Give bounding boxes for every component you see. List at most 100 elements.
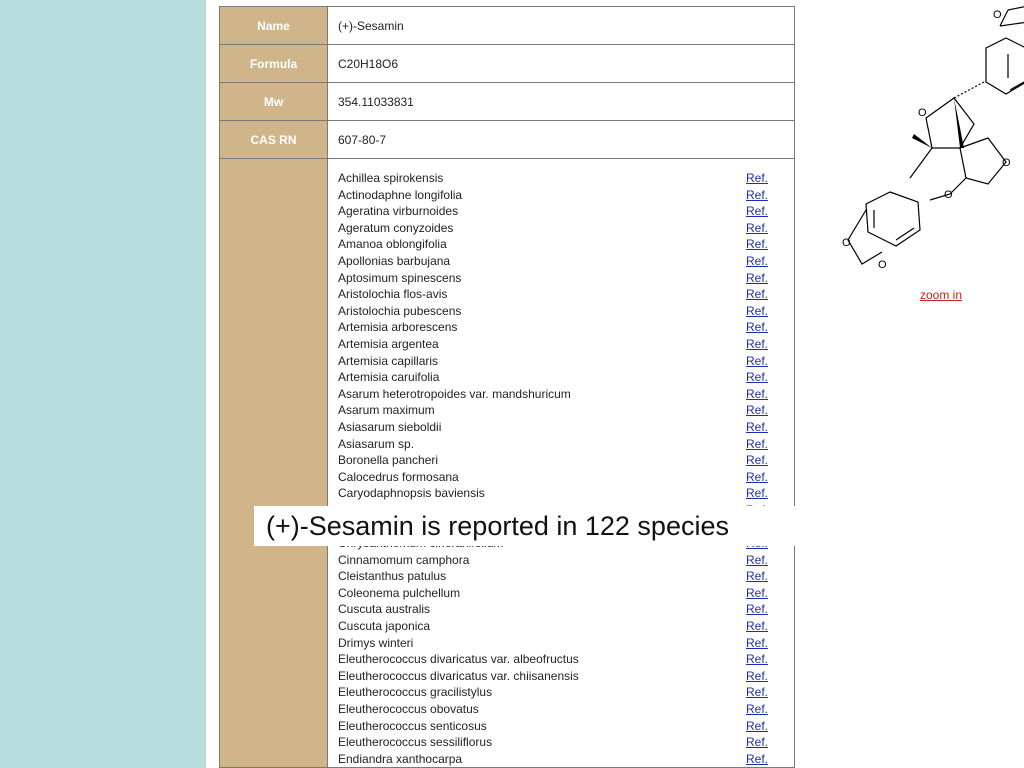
species-name: Artemisia capillaris <box>338 353 439 368</box>
species-name: Endiandra xanthocarpa <box>338 751 463 766</box>
species-item: Artemisia capillaris Ref. <box>338 353 768 370</box>
species-name: Aristolochia flos-avis <box>338 287 448 302</box>
species-item: Artemisia caruifolia Ref. <box>338 369 768 386</box>
cas-value: 607-80-7 <box>327 120 795 159</box>
ref-link[interactable]: Ref. <box>746 552 768 569</box>
species-item: Amanoa oblongifolia Ref. <box>338 236 768 253</box>
ref-link[interactable]: Ref. <box>746 203 768 220</box>
species-list: Achillea spirokensis Ref. Actinodaphne lon… <box>338 159 768 767</box>
species-item: Aristolochia pubescens Ref. <box>338 303 768 320</box>
ref-link[interactable]: Ref. <box>746 220 768 237</box>
svg-text:O: O <box>842 237 851 249</box>
species-name: Eleutherococcus gracilistylus <box>338 685 493 700</box>
species-item: Achillea spirokensis Ref. <box>338 170 768 187</box>
cas-row: CAS RN 607-80-7 <box>219 120 795 159</box>
species-item: Cuscuta australis Ref. <box>338 601 768 618</box>
species-item: Ageratum conyzoides Ref. <box>338 220 768 237</box>
species-item: Eleutherococcus divaricatus var. albeofr… <box>338 651 768 668</box>
species-name: Caryodaphnopsis baviensis <box>338 486 485 501</box>
ref-link[interactable]: Ref. <box>746 419 768 436</box>
species-name: Amanoa oblongifolia <box>338 237 447 252</box>
ref-link[interactable]: Ref. <box>746 187 768 204</box>
sesamin-structure-image[interactable]: O O O O O O <box>838 6 1024 276</box>
species-item: Ageratina virburnoides Ref. <box>338 203 768 220</box>
ref-link[interactable]: Ref. <box>746 452 768 469</box>
ref-link[interactable]: Ref. <box>746 701 768 718</box>
species-name: Artemisia argentea <box>338 336 439 351</box>
ref-link[interactable]: Ref. <box>746 286 768 303</box>
species-item: Eleutherococcus sessiliflorus Ref. <box>338 734 768 751</box>
ref-link[interactable]: Ref. <box>746 635 768 652</box>
slide-caption: (+)-Sesamin is reported in 122 species <box>254 506 850 546</box>
species-item: Cuscuta japonica Ref. <box>338 618 768 635</box>
ref-link[interactable]: Ref. <box>746 170 768 187</box>
ref-link[interactable]: Ref. <box>746 601 768 618</box>
ref-link[interactable]: Ref. <box>746 369 768 386</box>
ref-link[interactable]: Ref. <box>746 668 768 685</box>
ref-link[interactable]: Ref. <box>746 402 768 419</box>
species-item: Aptosimum spinescens Ref. <box>338 270 768 287</box>
svg-text:O: O <box>878 259 887 271</box>
mw-label: Mw <box>219 82 328 121</box>
ref-link[interactable]: Ref. <box>746 618 768 635</box>
species-label-cell <box>219 157 328 768</box>
ref-link[interactable]: Ref. <box>746 303 768 320</box>
species-item: Artemisia arborescens Ref. <box>338 319 768 336</box>
species-item: Coleonema pulchellum Ref. <box>338 585 768 602</box>
ref-link[interactable]: Ref. <box>746 684 768 701</box>
species-name: Asiasarum sp. <box>338 436 415 451</box>
ref-link[interactable]: Ref. <box>746 568 768 585</box>
mw-value: 354.11033831 <box>327 82 795 121</box>
species-name: Boronella pancheri <box>338 453 439 468</box>
ref-link[interactable]: Ref. <box>746 319 768 336</box>
svg-text:O: O <box>993 9 1002 21</box>
svg-text:O: O <box>918 107 927 119</box>
species-name: Drimys winteri <box>338 635 414 650</box>
ref-link[interactable]: Ref. <box>746 585 768 602</box>
species-cell: Achillea spirokensis Ref. Actinodaphne lon… <box>327 157 795 768</box>
formula-label: Formula <box>219 44 328 83</box>
ref-link[interactable]: Ref. <box>746 386 768 403</box>
species-item: Cleistanthus patulus Ref. <box>338 568 768 585</box>
species-item: Eleutherococcus obovatus Ref. <box>338 701 768 718</box>
species-name: Ageratina virburnoides <box>338 204 459 219</box>
species-item: Asarum heterotropoides var. mandshuricum… <box>338 386 768 403</box>
compound-info-table: Name (+)-Sesamin Formula C20H18O6 Mw 354… <box>219 6 795 768</box>
species-name: Achillea spirokensis <box>338 171 444 185</box>
species-name: Asiasarum sieboldii <box>338 419 442 434</box>
species-name: Cuscuta japonica <box>338 619 431 634</box>
species-name: Asarum heterotropoides var. mandshuricum <box>338 386 571 401</box>
formula-row: Formula C20H18O6 <box>219 44 795 83</box>
ref-link[interactable]: Ref. <box>746 270 768 287</box>
species-name: Cleistanthus patulus <box>338 569 447 584</box>
species-name: Eleutherococcus obovatus <box>338 702 479 716</box>
zoom-in-link[interactable]: zoom in <box>920 288 962 302</box>
species-row: Achillea spirokensis Ref. Actinodaphne lon… <box>219 157 795 768</box>
species-name: Calocedrus formosana <box>338 469 459 484</box>
species-name: Artemisia arborescens <box>338 320 458 335</box>
ref-link[interactable]: Ref. <box>746 236 768 253</box>
species-item: Asarum maximum Ref. <box>338 402 768 419</box>
svg-text:O: O <box>944 189 953 201</box>
ref-link[interactable]: Ref. <box>746 651 768 668</box>
ref-link[interactable]: Ref. <box>746 436 768 453</box>
ref-link[interactable]: Ref. <box>746 336 768 353</box>
formula-value: C20H18O6 <box>327 44 795 83</box>
ref-link[interactable]: Ref. <box>746 485 768 502</box>
species-name: Apollonias barbujana <box>338 253 451 268</box>
species-name: Eleutherococcus divaricatus var. albeofr… <box>338 652 579 667</box>
ref-link[interactable]: Ref. <box>746 734 768 751</box>
species-name: Ageratum conyzoides <box>338 220 454 235</box>
name-value: (+)-Sesamin <box>327 6 795 45</box>
ref-link[interactable]: Ref. <box>746 253 768 270</box>
ref-link[interactable]: Ref. <box>746 469 768 486</box>
ref-link[interactable]: Ref. <box>746 751 768 768</box>
species-name: Eleutherococcus senticosus <box>338 718 487 733</box>
ref-link[interactable]: Ref. <box>746 353 768 370</box>
species-item: Asiasarum sieboldii Ref. <box>338 419 768 436</box>
name-row: Name (+)-Sesamin <box>219 6 795 45</box>
ref-link[interactable]: Ref. <box>746 718 768 735</box>
page-content: Name (+)-Sesamin Formula C20H18O6 Mw 354… <box>205 0 1024 768</box>
species-name: Cinnamomum camphora <box>338 552 470 567</box>
species-name: Cuscuta australis <box>338 602 431 617</box>
